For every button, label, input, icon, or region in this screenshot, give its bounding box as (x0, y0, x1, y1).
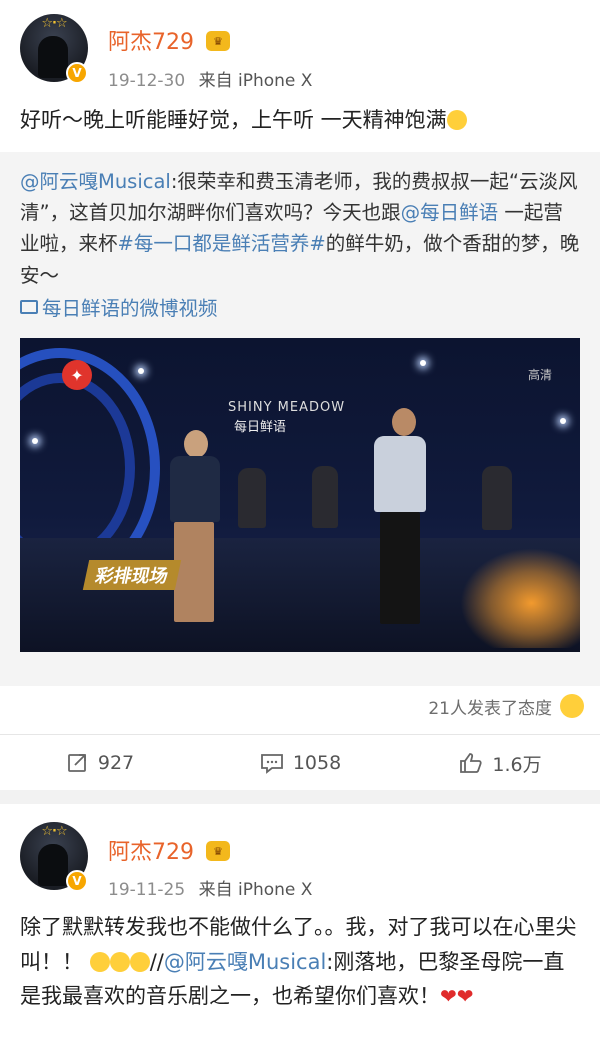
source-prefix: 来自 (198, 71, 233, 91)
avatar-figure (38, 36, 68, 78)
repost-card[interactable]: @阿云嘎Musical:很荣幸和费玉清老师，我的费叔叔一起“云淡风清”，这首贝加… (0, 152, 600, 686)
stage-light (560, 418, 566, 424)
smile-emoji-icon (446, 110, 467, 130)
post-time: 19-11-25 (108, 880, 186, 900)
source-device: iPhone X (237, 880, 313, 900)
post-time: 19-12-30 (108, 71, 186, 91)
source-prefix: 来自 (198, 880, 233, 900)
stage-brand-cn: 每日鲜语 (234, 420, 287, 435)
like-count: 1.6万 (492, 753, 542, 776)
video-link[interactable]: 每日鲜语的微博视频 (20, 292, 218, 321)
verified-badge-icon: V (66, 62, 88, 84)
post-text: 除了默默转发我也不能做什么了。。我，对了我可以在心里尖叫！！ //@阿云嘎Mus… (20, 910, 580, 1014)
avatar-crown-decoration: ☆·☆ (41, 16, 67, 31)
rehearsal-banner: 彩排现场 (82, 560, 182, 590)
repost-button[interactable]: 927 (0, 738, 200, 788)
username[interactable]: 阿杰729 (108, 834, 194, 866)
thumbs-up-icon (460, 753, 482, 773)
post-text: 好听～晚上听能睡好觉，上午听 一天精神饱满 (20, 104, 580, 138)
avatar-figure (38, 844, 68, 886)
mention-link[interactable]: @阿云嘎Musical (164, 950, 326, 974)
singer-head (184, 430, 208, 458)
musician-figure (238, 468, 266, 528)
post-meta: 19-12-30 来自 iPhone X (108, 66, 312, 91)
action-bar: 927 1058 1.6万 (0, 738, 600, 788)
singer-head (392, 408, 416, 436)
avatar-crown-decoration: ☆·☆ (41, 824, 67, 839)
verified-badge-icon: V (66, 870, 88, 892)
reactions-summary[interactable]: 21人发表了态度 (428, 686, 584, 726)
stage-brand-en: SHINY MEADOW (228, 400, 346, 415)
musician-figure (312, 466, 338, 528)
post-source: 来自 iPhone X (199, 880, 313, 900)
video-camera-icon (20, 299, 38, 314)
video-link-label: 每日鲜语的微博视频 (42, 297, 218, 320)
channel-logo-icon: ✦ (62, 360, 92, 390)
hashtag-link[interactable]: #每一口都是鲜活营养# (118, 232, 326, 255)
weibo-post: ☆·☆ V 阿杰729 ♛ 19-11-25 来自 iPhone X 除了默默转… (0, 804, 600, 1059)
divider (0, 734, 600, 735)
mention-link[interactable]: @阿云嘎Musical (20, 170, 171, 193)
post-text-content: 好听～晚上听能睡好觉，上午听 一天精神饱满 (20, 108, 447, 132)
reactions-text: 21人发表了态度 (428, 698, 552, 719)
singer-figure (174, 522, 214, 622)
repost-separator: // (149, 949, 164, 974)
video-quality-label: 高清 (528, 368, 553, 382)
stage-light (138, 368, 144, 374)
repost-icon (67, 754, 86, 772)
singer-figure (380, 512, 420, 624)
heart-emoji-icon: ❤❤ (440, 984, 474, 1009)
scream-emoji-icon (89, 951, 110, 972)
comment-icon (260, 754, 283, 774)
member-badge-icon[interactable]: ♛ (206, 841, 230, 861)
singer-figure (374, 436, 426, 512)
stage-light (420, 360, 426, 366)
watermark-smudge (460, 548, 580, 648)
video-thumbnail[interactable]: ✦ 高清 SHINY MEADOW 每日鲜语 彩排现场 (20, 338, 580, 652)
member-badge-icon[interactable]: ♛ (206, 31, 230, 51)
source-device: iPhone X (237, 71, 313, 91)
weibo-post: ☆·☆ V 阿杰729 ♛ 19-12-30 来自 iPhone X 好听～晚上… (0, 0, 600, 790)
comment-button[interactable]: 1058 (200, 738, 400, 788)
stage-light (32, 438, 38, 444)
repost-count: 927 (97, 752, 135, 774)
repost-text: @阿云嘎Musical:很荣幸和费玉清老师，我的费叔叔一起“云淡风清”，这首贝加… (20, 166, 582, 291)
shock-emoji-icon (129, 951, 150, 972)
singer-figure (170, 456, 220, 522)
post-separator (0, 790, 600, 804)
scream-emoji-icon (109, 951, 130, 972)
like-button[interactable]: 1.6万 (400, 738, 600, 788)
musician-figure (482, 466, 512, 530)
laugh-emoji-icon (560, 694, 584, 718)
mention-link[interactable]: @每日鲜语 (401, 201, 499, 224)
username[interactable]: 阿杰729 (108, 24, 194, 56)
post-meta: 19-11-25 来自 iPhone X (108, 875, 312, 900)
comment-count: 1058 (292, 752, 342, 774)
post-source: 来自 iPhone X (199, 71, 313, 91)
